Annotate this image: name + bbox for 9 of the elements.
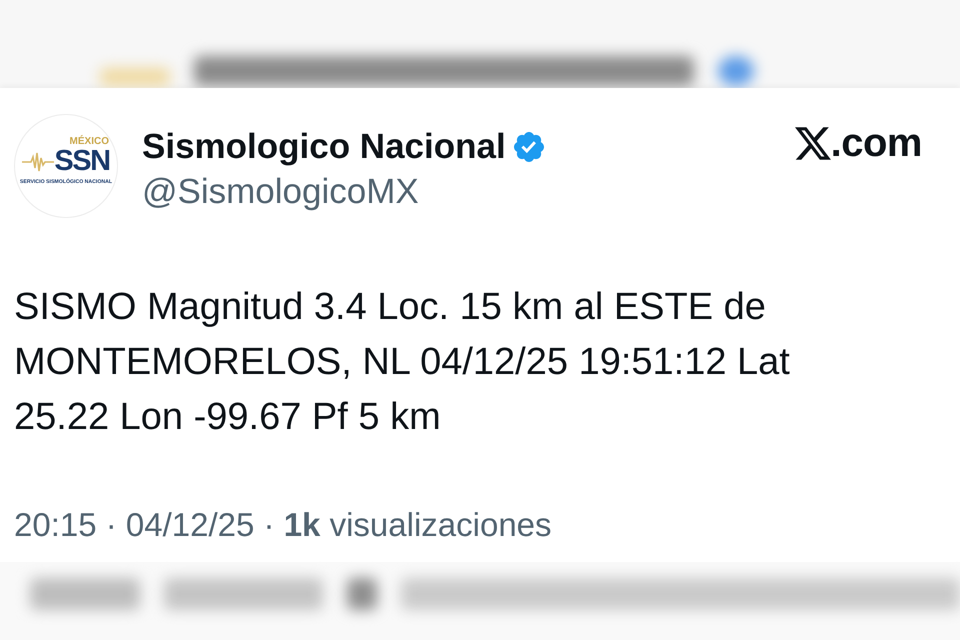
post-text: SISMO Magnitud 3.4 Loc. 15 km al ESTE de MONTEMORELOS, NL 04/12/25 19:51:12 Lat 25.22 Lon -99.67 Pf 5 km [14, 285, 791, 440]
x-logo-icon [794, 126, 831, 160]
logo-acronym: SSN [54, 147, 110, 176]
seismograph-wave-icon [22, 150, 54, 172]
logo-country-label: MÉXICO [70, 137, 110, 147]
site-label: .com [830, 120, 922, 166]
post-meta: 20:15 · 04/12/25 · 1k visualizaciones [14, 505, 553, 545]
account-name: Sismologico Nacional [142, 127, 506, 167]
account-handle: @SismologicoMX [142, 172, 420, 212]
